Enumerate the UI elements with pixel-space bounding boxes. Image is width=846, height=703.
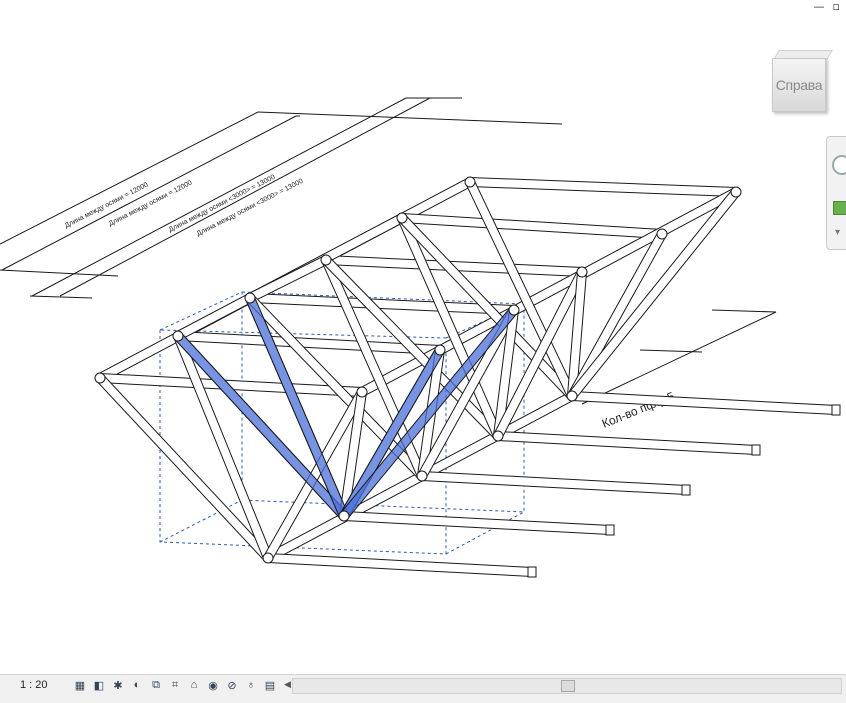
truss-member-5[interactable]: [401, 212, 663, 240]
viewcube[interactable]: Справа: [772, 50, 833, 112]
truss-joint-11: [730, 186, 742, 198]
highlight-icon[interactable]: ♁: [243, 678, 259, 692]
truss-joint-10: [656, 228, 668, 240]
view-scale[interactable]: 1 : 20: [20, 679, 48, 691]
pipe-end-cap-2: [681, 484, 691, 496]
visual-style-icon[interactable]: ◧: [91, 678, 107, 692]
horizontal-scrollbar[interactable]: [292, 678, 842, 694]
truss-member-11[interactable]: [267, 552, 533, 578]
detail-level-icon[interactable]: ▦: [72, 678, 88, 692]
sun-path-icon[interactable]: ✱: [110, 678, 126, 692]
truss-member-15[interactable]: [571, 390, 837, 416]
minimize-button[interactable]: —: [814, 0, 825, 13]
navigation-bar[interactable]: ▾: [826, 136, 846, 250]
view-control-icons: ▦ ◧ ✱ ◐ ⧉ ⌗ ⌂ ◉ ⊘ ♁ ▤: [72, 678, 278, 692]
crop-view-icon[interactable]: ⧉: [148, 678, 164, 692]
reveal-hidden-icon[interactable]: ◉: [205, 678, 221, 692]
truss-joint-4: [396, 212, 408, 224]
truss-joint-8: [508, 304, 520, 316]
truss-joint-1: [172, 330, 184, 342]
pipe-end-cap-1: [605, 524, 615, 536]
truss-joint-15: [492, 430, 504, 442]
pipe-end-cap-3: [751, 444, 761, 456]
steering-wheel-icon[interactable]: [832, 155, 846, 175]
truss-member-13[interactable]: [421, 470, 687, 496]
truss-joint-9: [576, 266, 588, 278]
view-control-bar: 1 : 20 ▦ ◧ ✱ ◐ ⧉ ⌗ ⌂ ◉ ⊘ ♁ ▤ ◀: [0, 674, 846, 703]
truss-joint-12: [262, 552, 274, 564]
show-crop-icon[interactable]: ⌗: [167, 678, 183, 692]
navbar-menu-icon[interactable]: ▾: [835, 227, 840, 238]
truss-member-35[interactable]: [567, 188, 741, 400]
truss-joint-0: [94, 372, 106, 384]
truss-member-12[interactable]: [343, 510, 611, 536]
truss-member-17[interactable]: [173, 333, 273, 561]
truss-joint-16: [566, 390, 578, 402]
shadows-icon[interactable]: ◐: [129, 678, 145, 692]
truss-joint-2: [244, 292, 256, 304]
truss-member-6[interactable]: [469, 176, 737, 198]
temporary-hide-icon[interactable]: ⌂: [186, 678, 202, 692]
dimension-lines: [0, 97, 777, 405]
truss-model-drawing[interactable]: Длина между осями = 12000 Длина между ос…: [0, 0, 846, 674]
scroll-left-icon[interactable]: ◀: [284, 679, 291, 690]
worksharing-icon[interactable]: ▤: [262, 678, 278, 692]
analytical-model-icon[interactable]: ⊘: [224, 678, 240, 692]
pipe-end-cap-4: [831, 404, 841, 416]
truss-joint-14: [416, 470, 428, 482]
truss-members[interactable]: [96, 176, 837, 578]
scrollbar-thumb[interactable]: [561, 680, 575, 692]
window-controls: — ▫: [814, 0, 840, 13]
highlighted-member-1[interactable]: [245, 295, 349, 519]
close-button[interactable]: ▫: [833, 0, 840, 13]
truss-joint-5: [464, 176, 476, 188]
truss-joint-6: [356, 386, 368, 398]
viewcube-face-right[interactable]: Справа: [772, 58, 826, 112]
pipe-end-cap-0: [527, 566, 537, 578]
dimension-label-1: Длина между осями = 12000: [64, 181, 150, 229]
truss-joint-3: [320, 254, 332, 266]
truss-joint-7: [434, 344, 446, 356]
3d-viewport[interactable]: Длина между осями = 12000 Длина между ос…: [0, 0, 846, 674]
truss-joint-13: [338, 510, 350, 522]
zoom-icon[interactable]: [833, 201, 846, 215]
truss-member-14[interactable]: [497, 430, 757, 456]
